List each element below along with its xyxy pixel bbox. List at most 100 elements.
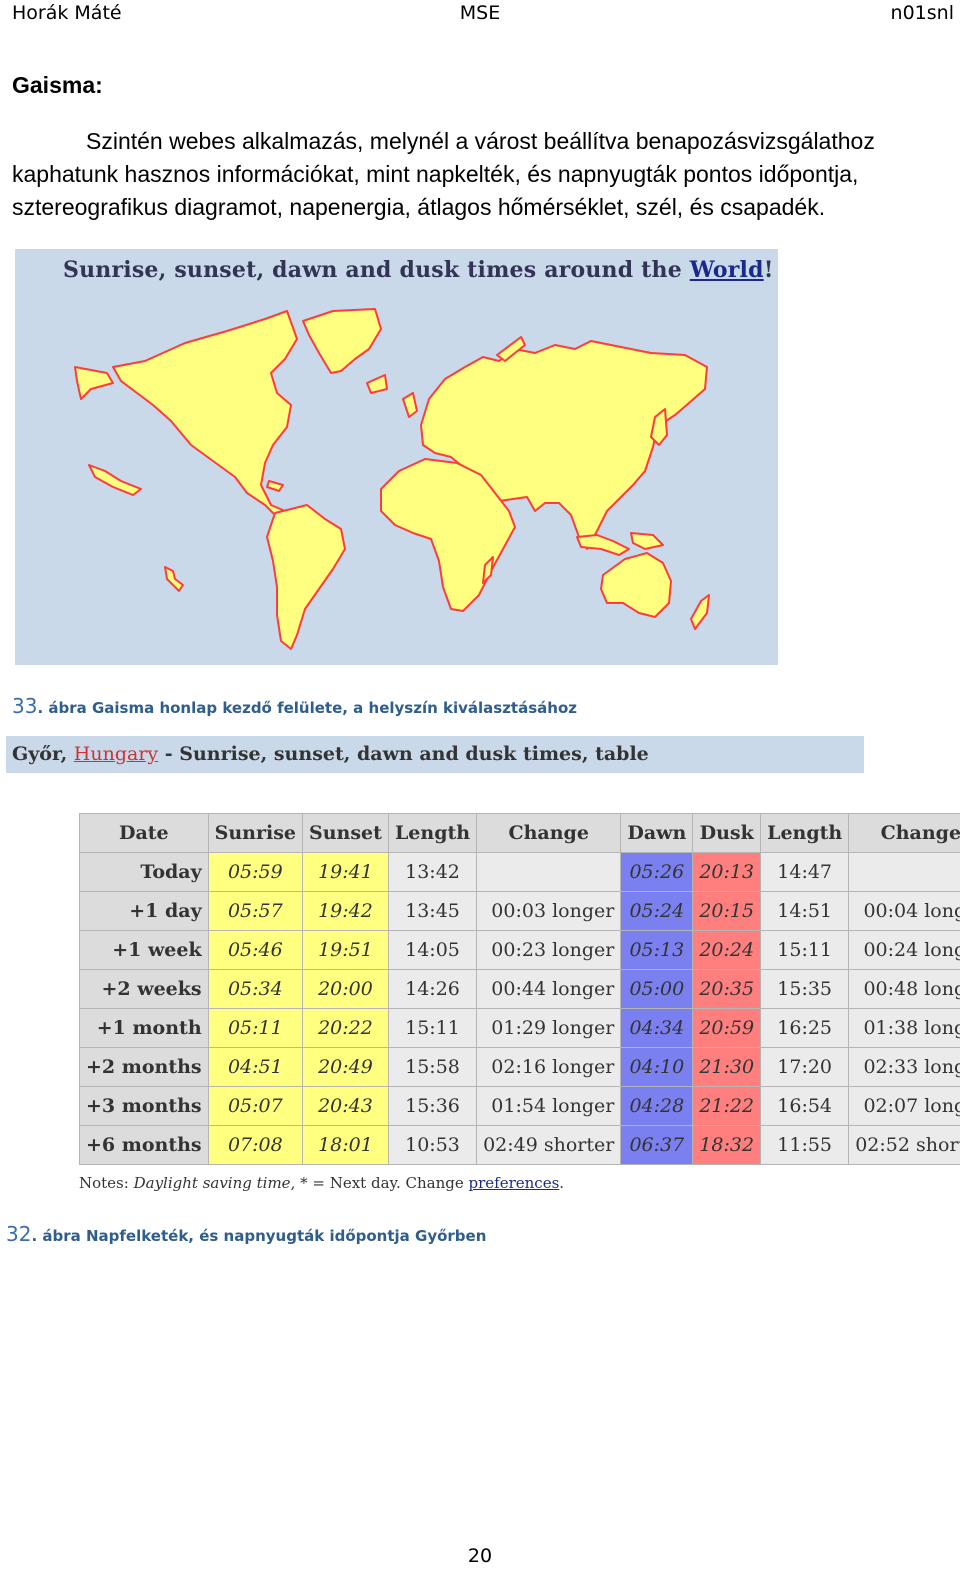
cell-dawn: 04:34 <box>620 1008 694 1048</box>
cell-dusk: 20:24 <box>692 930 762 970</box>
world-map[interactable] <box>15 249 778 665</box>
table-header-row: Date Sunrise Sunset Length Change Dawn D… <box>79 813 960 853</box>
land-britain <box>402 392 418 418</box>
col-date: Date <box>79 813 209 853</box>
table-title-rest: - Sunrise, sunset, dawn and dusk times, … <box>158 743 649 765</box>
cell-sunset: 19:41 <box>302 852 389 892</box>
cell-date: +3 months <box>79 1086 209 1126</box>
cell-change: 00:03 longer <box>476 891 622 931</box>
cell-change-2: 00:04 longer <box>848 891 960 931</box>
cell-length: 15:58 <box>387 1047 478 1087</box>
caption-number: 33 <box>12 694 38 718</box>
cell-date: +2 months <box>79 1047 209 1087</box>
cell-sunset: 20:43 <box>302 1086 389 1126</box>
cell-sunrise: 07:08 <box>207 1125 304 1165</box>
caption-text: . ábra Napfelketék, és napnyugták időpon… <box>31 1227 487 1245</box>
figure-caption-32: 32. ábra Napfelketék, és napnyugták időp… <box>6 1222 486 1246</box>
land-caribbean <box>266 480 284 492</box>
cell-change-2: 02:07 longer <box>848 1086 960 1126</box>
table-row: +6 months 07:08 18:01 10:53 02:49 shorter 06:… <box>79 1125 960 1165</box>
land-north-america <box>112 310 316 538</box>
col-length: Length <box>387 813 478 853</box>
cell-sunset: 20:00 <box>302 969 389 1009</box>
cell-date: +1 month <box>79 1008 209 1048</box>
notes-middle: , * = Next day. Change <box>290 1174 469 1192</box>
cell-sunset: 20:22 <box>302 1008 389 1048</box>
cell-change-2 <box>848 852 960 892</box>
table-row: +1 day 05:57 19:42 13:45 00:03 longer 05:24 20… <box>79 891 960 931</box>
table-body: Today 05:59 19:41 13:42 05:26 20:13 14:47 +1 da… <box>79 852 960 1165</box>
cell-length: 13:45 <box>387 891 478 931</box>
map-title-text: Sunrise, sunset, dawn and dusk times aro… <box>63 257 690 283</box>
cell-length-2: 17:20 <box>760 1047 850 1087</box>
notes-dst: Daylight saving time <box>133 1174 291 1192</box>
land-hawaii <box>164 566 184 592</box>
col-dusk: Dusk <box>692 813 762 853</box>
cell-date: +1 day <box>79 891 209 931</box>
paragraph-line-2: kaphatunk hasznos információkat, mint na… <box>12 161 859 187</box>
cell-length: 14:26 <box>387 969 478 1009</box>
header-code: n01snl <box>890 2 954 24</box>
table-row: +2 months 04:51 20:49 15:58 02:16 longer 04:1… <box>79 1047 960 1087</box>
header-school: MSE <box>459 2 501 24</box>
col-sunset: Sunset <box>302 813 389 853</box>
table-row: +1 month 05:11 20:22 15:11 01:29 longer 04:34… <box>79 1008 960 1048</box>
cell-length: 14:05 <box>387 930 478 970</box>
map-title: Sunrise, sunset, dawn and dusk times aro… <box>63 257 774 283</box>
cell-dawn: 04:28 <box>620 1086 694 1126</box>
col-length-2: Length <box>760 813 850 853</box>
notes-end: . <box>559 1174 565 1192</box>
section-title: Gaisma: <box>12 72 103 98</box>
cell-date: +2 weeks <box>79 969 209 1009</box>
cell-length: 15:36 <box>387 1086 478 1126</box>
cell-length-2: 14:47 <box>760 852 850 892</box>
cell-dusk: 20:35 <box>692 969 762 1009</box>
land-greenland <box>302 308 382 374</box>
cell-dawn: 04:10 <box>620 1047 694 1087</box>
cell-dawn: 05:26 <box>620 852 694 892</box>
land-aleutians <box>88 464 142 496</box>
map-title-suffix: ! <box>763 257 774 283</box>
cell-dusk: 18:32 <box>692 1125 762 1165</box>
cell-change-2: 00:24 longer <box>848 930 960 970</box>
cell-change: 01:29 longer <box>476 1008 622 1048</box>
cell-length: 10:53 <box>387 1125 478 1165</box>
cell-length-2: 15:35 <box>760 969 850 1009</box>
cell-change: 02:16 longer <box>476 1047 622 1087</box>
cell-length-2: 14:51 <box>760 891 850 931</box>
notes-prefix: Notes: <box>79 1174 134 1192</box>
page-number: 20 <box>467 1545 493 1567</box>
cell-sunset: 18:01 <box>302 1125 389 1165</box>
col-sunrise: Sunrise <box>207 813 304 853</box>
land-australia <box>600 552 672 618</box>
cell-length: 13:42 <box>387 852 478 892</box>
figure-caption-33: 33. ábra Gaisma honlap kezdő felülete, a… <box>12 694 577 718</box>
land-iceland <box>366 374 388 394</box>
cell-date: +1 week <box>79 930 209 970</box>
world-link[interactable]: World <box>690 257 764 283</box>
cell-dusk: 20:15 <box>692 891 762 931</box>
cell-dusk: 20:13 <box>692 852 762 892</box>
cell-change-2: 00:48 longer <box>848 969 960 1009</box>
cell-change <box>476 852 622 892</box>
cell-change: 01:54 longer <box>476 1086 622 1126</box>
country-link[interactable]: Hungary <box>74 743 158 765</box>
cell-sunrise: 05:57 <box>207 891 304 931</box>
cell-dusk: 21:22 <box>692 1086 762 1126</box>
paragraph-line-3: sztereografikus diagramot, napenergia, á… <box>12 194 826 220</box>
cell-length-2: 15:11 <box>760 930 850 970</box>
land-indonesia <box>576 534 630 556</box>
table-notes: Notes: Daylight saving time, * = Next da… <box>79 1174 564 1192</box>
col-change-2: Change <box>848 813 960 853</box>
cell-change-2: 02:33 longer <box>848 1047 960 1087</box>
body-paragraph: Szintén webes alkalmazás, melynél a váro… <box>12 125 952 224</box>
col-dawn: Dawn <box>620 813 694 853</box>
cell-sunrise: 05:34 <box>207 969 304 1009</box>
preferences-link[interactable]: preferences <box>469 1174 560 1192</box>
cell-sunset: 20:49 <box>302 1047 389 1087</box>
cell-change: 02:49 shorter <box>476 1125 622 1165</box>
caption-text: . ábra Gaisma honlap kezdő felülete, a h… <box>37 699 577 717</box>
cell-sunset: 19:42 <box>302 891 389 931</box>
cell-sunset: 19:51 <box>302 930 389 970</box>
cell-length-2: 11:55 <box>760 1125 850 1165</box>
